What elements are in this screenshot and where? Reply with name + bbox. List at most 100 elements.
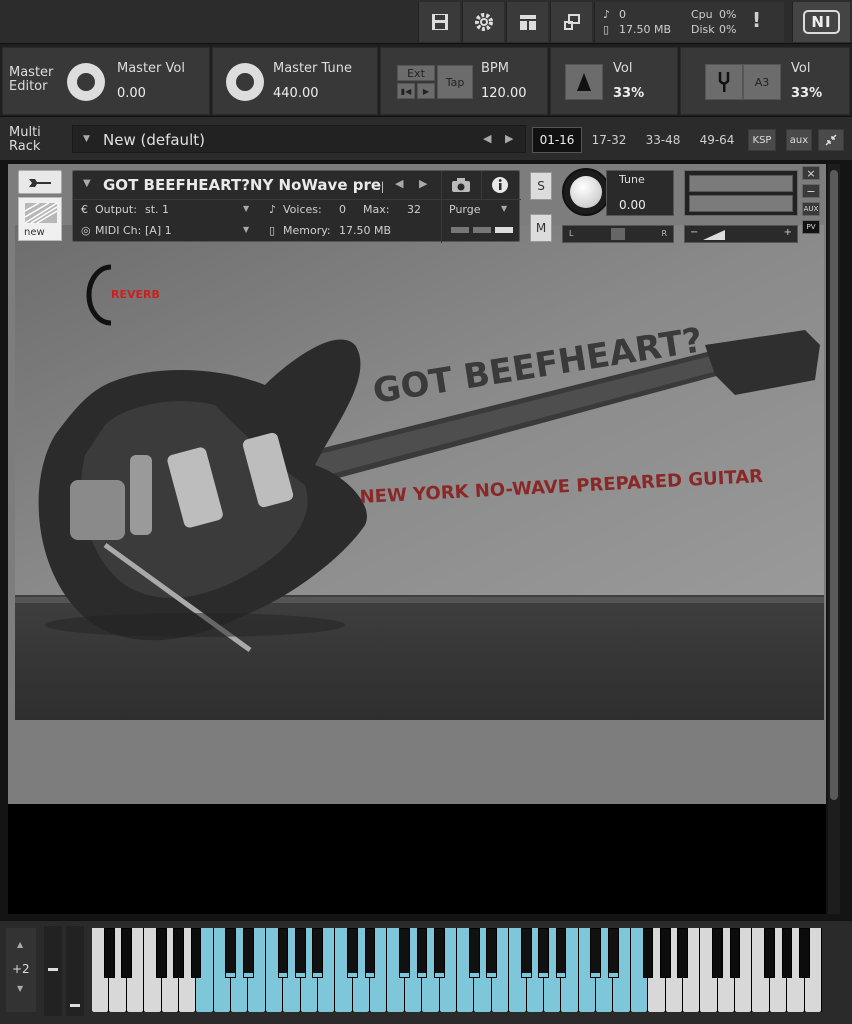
collapse-button[interactable]: [818, 129, 844, 151]
page-tab-01-16[interactable]: 01-16: [532, 127, 582, 153]
black-key[interactable]: [677, 928, 689, 979]
black-key[interactable]: [520, 928, 532, 979]
black-key[interactable]: [364, 928, 376, 979]
black-key[interactable]: [764, 928, 776, 979]
rack-menu-arrow-icon[interactable]: ▼: [83, 134, 90, 144]
master-volume-knob[interactable]: [67, 63, 105, 101]
black-key[interactable]: [486, 928, 497, 979]
black-key[interactable]: [295, 928, 306, 979]
black-key[interactable]: [712, 928, 723, 979]
black-key[interactable]: [173, 928, 185, 979]
octave-down-icon[interactable]: ▼: [17, 984, 23, 993]
rack-scrollbar-thumb[interactable]: [830, 170, 838, 800]
master-volume-value[interactable]: 0.00: [117, 86, 146, 101]
black-key[interactable]: [555, 928, 567, 979]
black-key[interactable]: [729, 928, 741, 979]
max-voices-value[interactable]: 32: [407, 203, 421, 216]
prev-rack-icon[interactable]: ◀: [483, 132, 491, 145]
black-key[interactable]: [416, 928, 428, 979]
volume-ramp-icon: [703, 230, 725, 240]
aux-sends-button[interactable]: AUX: [802, 202, 820, 216]
instrument-icon-tile[interactable]: new: [18, 197, 62, 241]
tuner-button[interactable]: [705, 64, 743, 100]
prev-instrument-icon[interactable]: ◀: [395, 177, 403, 190]
minimize-instrument-button[interactable]: −: [802, 184, 820, 198]
black-key[interactable]: [121, 928, 132, 979]
black-key[interactable]: [468, 928, 480, 979]
master-tune-knob[interactable]: [226, 63, 264, 101]
black-key[interactable]: [347, 928, 358, 979]
octave-up-icon[interactable]: ▲: [17, 940, 23, 949]
close-instrument-button[interactable]: ×: [802, 166, 820, 180]
pan-handle[interactable]: [611, 228, 625, 240]
black-key[interactable]: [799, 928, 810, 979]
mute-button[interactable]: M: [530, 214, 552, 242]
ni-logo-button[interactable]: NI: [792, 2, 850, 42]
snapshot-camera-icon[interactable]: [451, 177, 471, 197]
master-volume-label: Master Vol: [117, 61, 185, 76]
black-key[interactable]: [781, 928, 793, 979]
black-key[interactable]: [660, 928, 671, 979]
purge-dropdown-icon[interactable]: ▼: [501, 204, 507, 213]
metronome-vol-value[interactable]: 33%: [613, 86, 644, 101]
black-key[interactable]: [538, 928, 550, 979]
tune-value[interactable]: 0.00: [619, 198, 646, 212]
tuner-note[interactable]: A3: [743, 64, 781, 100]
black-key[interactable]: [312, 928, 324, 979]
aux-button[interactable]: aux: [786, 129, 812, 151]
black-key[interactable]: [434, 928, 445, 979]
warning-indicator[interactable]: !: [752, 8, 761, 32]
instrument-title[interactable]: GOT BEEFHEART?NY NoWave prepa: [103, 176, 383, 194]
pitch-wheel[interactable]: [44, 926, 62, 1016]
black-key[interactable]: [590, 928, 602, 979]
instrument-menu-arrow-icon[interactable]: ▼: [83, 178, 91, 189]
mod-wheel[interactable]: [66, 926, 84, 1016]
master-tune-value[interactable]: 440.00: [273, 86, 319, 101]
mod-wheel-handle[interactable]: [70, 1004, 80, 1007]
transport-play-button[interactable]: ▶: [417, 83, 435, 99]
pitch-wheel-handle[interactable]: [48, 968, 58, 971]
transport-stop-button[interactable]: ▮◀: [397, 83, 415, 99]
bpm-value[interactable]: 120.00: [481, 86, 527, 101]
info-icon[interactable]: [491, 176, 509, 198]
black-key[interactable]: [190, 928, 202, 979]
purge-button[interactable]: Purge: [449, 203, 481, 216]
black-key[interactable]: [607, 928, 619, 979]
next-instrument-icon[interactable]: ▶: [419, 177, 427, 190]
page-tab-17-32[interactable]: 17-32: [586, 127, 632, 153]
rack-name-field[interactable]: ▼ New (default) ◀ ▶: [72, 125, 526, 153]
output-dropdown-icon[interactable]: ▼: [243, 204, 249, 213]
tempo-panel: Ext ▮◀ ▶ Tap BPM 120.00: [380, 47, 548, 115]
black-key[interactable]: [399, 928, 411, 979]
midi-dropdown-icon[interactable]: ▼: [243, 225, 249, 234]
minimize-view-button[interactable]: [550, 2, 592, 42]
next-rack-icon[interactable]: ▶: [505, 132, 513, 145]
black-key[interactable]: [155, 928, 167, 979]
tuner-vol-value[interactable]: 33%: [791, 86, 822, 101]
volume-slider[interactable]: − +: [684, 225, 798, 243]
output-value[interactable]: st. 1: [145, 203, 169, 216]
ksp-button[interactable]: KSP: [748, 129, 776, 151]
tune-label: Tune: [619, 173, 645, 186]
tune-knob[interactable]: [562, 168, 610, 216]
ext-sync-button[interactable]: Ext: [397, 65, 435, 81]
black-key[interactable]: [642, 928, 654, 979]
save-button[interactable]: [418, 2, 460, 42]
tap-tempo-button[interactable]: Tap: [437, 65, 473, 99]
instrument-edit-button[interactable]: [18, 170, 62, 194]
solo-button[interactable]: S: [530, 172, 552, 200]
black-key[interactable]: [103, 928, 115, 979]
midi-channel-value[interactable]: [A] 1: [145, 224, 172, 237]
black-key[interactable]: [225, 928, 237, 979]
options-button[interactable]: [462, 2, 504, 42]
pan-slider[interactable]: L R: [562, 225, 674, 243]
page-tab-49-64[interactable]: 49-64: [692, 127, 742, 153]
reverb-label[interactable]: REVERB: [111, 288, 160, 301]
page-tab-33-48[interactable]: 33-48: [638, 127, 688, 153]
pv-button[interactable]: PV: [802, 220, 820, 234]
black-key[interactable]: [242, 928, 254, 979]
metronome-button[interactable]: [565, 64, 603, 100]
piano-keyboard[interactable]: [92, 928, 822, 1012]
rack-view-button[interactable]: [506, 2, 548, 42]
black-key[interactable]: [277, 928, 289, 979]
